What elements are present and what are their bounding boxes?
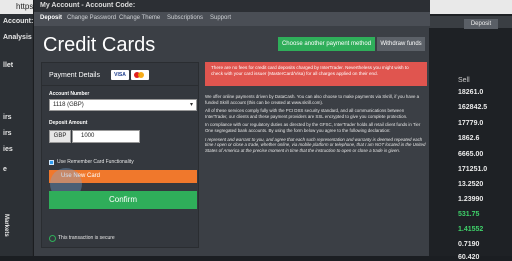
tab-support[interactable]: Support	[210, 15, 231, 21]
sell-label: Sell	[458, 77, 470, 84]
modal-title: My Account - Account Code:	[40, 2, 135, 9]
sidebar-item[interactable]: Analysis	[3, 34, 32, 41]
page-title: Credit Cards	[43, 34, 155, 57]
price-value[interactable]: 1.41552	[458, 226, 483, 233]
payment-details-heading: Payment Details	[49, 72, 100, 79]
chevron-down-icon: ▾	[190, 100, 193, 110]
choose-payment-method-button[interactable]: Choose another payment method	[278, 37, 375, 51]
price-value[interactable]: 531.75	[458, 211, 479, 218]
sidebar-item[interactable]: irs	[3, 130, 12, 137]
background-sidebar: Account: Analysis llet irs irs ies e Mar…	[0, 14, 32, 256]
url-prefix: https	[16, 2, 33, 11]
price-value[interactable]: 162842.5	[458, 104, 487, 111]
sidebar-item[interactable]: e	[3, 166, 7, 173]
currency-addon: GBP	[49, 130, 71, 143]
withdraw-funds-button[interactable]: Withdraw funds	[377, 37, 425, 51]
remember-card-label: Use Remember Card Functionality	[57, 159, 134, 165]
info-paragraph: All of these services comply fully with …	[205, 108, 427, 119]
sidebar-item[interactable]: ies	[3, 146, 13, 153]
account-modal: My Account - Account Code: Deposit Chang…	[33, 0, 429, 256]
info-paragraph: In compliance with our regulatory duties…	[205, 122, 427, 133]
payment-details-panel: Payment Details VISA Account Number 1118…	[41, 62, 199, 248]
info-paragraph: We offer online payments driven by DataC…	[205, 94, 427, 105]
markets-label: Markets	[3, 214, 9, 237]
deposit-amount-label: Deposit Amount	[49, 120, 87, 126]
secure-icon	[49, 235, 56, 242]
account-number-value: 1118 (GBP)	[53, 102, 84, 108]
tab-change-theme[interactable]: Change Theme	[119, 15, 160, 21]
price-value[interactable]: 18261.0	[458, 89, 483, 96]
deposit-amount-input[interactable]: 1000	[72, 130, 140, 143]
remember-card-checkbox[interactable]	[49, 160, 54, 165]
sidebar-item[interactable]: Account:	[3, 18, 33, 25]
account-number-select[interactable]: 1118 (GBP) ▾	[49, 99, 197, 111]
tab-deposit[interactable]: Deposit	[40, 15, 62, 21]
price-value[interactable]: 13.2520	[458, 181, 483, 188]
mastercard-icon	[131, 70, 149, 80]
info-text: We offer online payments driven by DataC…	[205, 94, 427, 156]
price-value[interactable]: 17779.0	[458, 120, 483, 127]
sidebar-item[interactable]: irs	[3, 114, 12, 121]
tab-subscriptions[interactable]: Subscriptions	[167, 15, 203, 21]
price-value[interactable]: 60.420	[458, 254, 479, 261]
price-value[interactable]: 1862.6	[458, 135, 479, 142]
price-value[interactable]: 1.23990	[458, 196, 483, 203]
confirm-button[interactable]: Confirm	[49, 191, 197, 209]
price-panel: Deposit Sell 18261.0 162842.5 17779.0 18…	[418, 14, 512, 256]
fee-alert: There are no fees for credit card deposi…	[205, 62, 427, 86]
price-value[interactable]: 171251.0	[458, 166, 487, 173]
declaration-paragraph: I represent and warrant to you, and agre…	[205, 137, 427, 154]
price-header: Deposit	[428, 16, 512, 28]
sidebar-item[interactable]: llet	[3, 62, 13, 69]
tab-change-password[interactable]: Change Password	[67, 15, 116, 21]
secure-transaction-label: This transaction is secure	[58, 235, 115, 241]
price-value[interactable]: 0.7190	[458, 241, 479, 248]
divider	[42, 85, 198, 86]
modal-titlebar: My Account - Account Code:	[34, 0, 430, 12]
modal-tabs: Deposit Change Password Change Theme Sub…	[34, 12, 430, 26]
deposit-button-bg[interactable]: Deposit	[464, 19, 498, 29]
price-value[interactable]: 6665.00	[458, 151, 483, 158]
account-number-label: Account Number	[49, 91, 89, 97]
visa-icon: VISA	[111, 70, 129, 80]
